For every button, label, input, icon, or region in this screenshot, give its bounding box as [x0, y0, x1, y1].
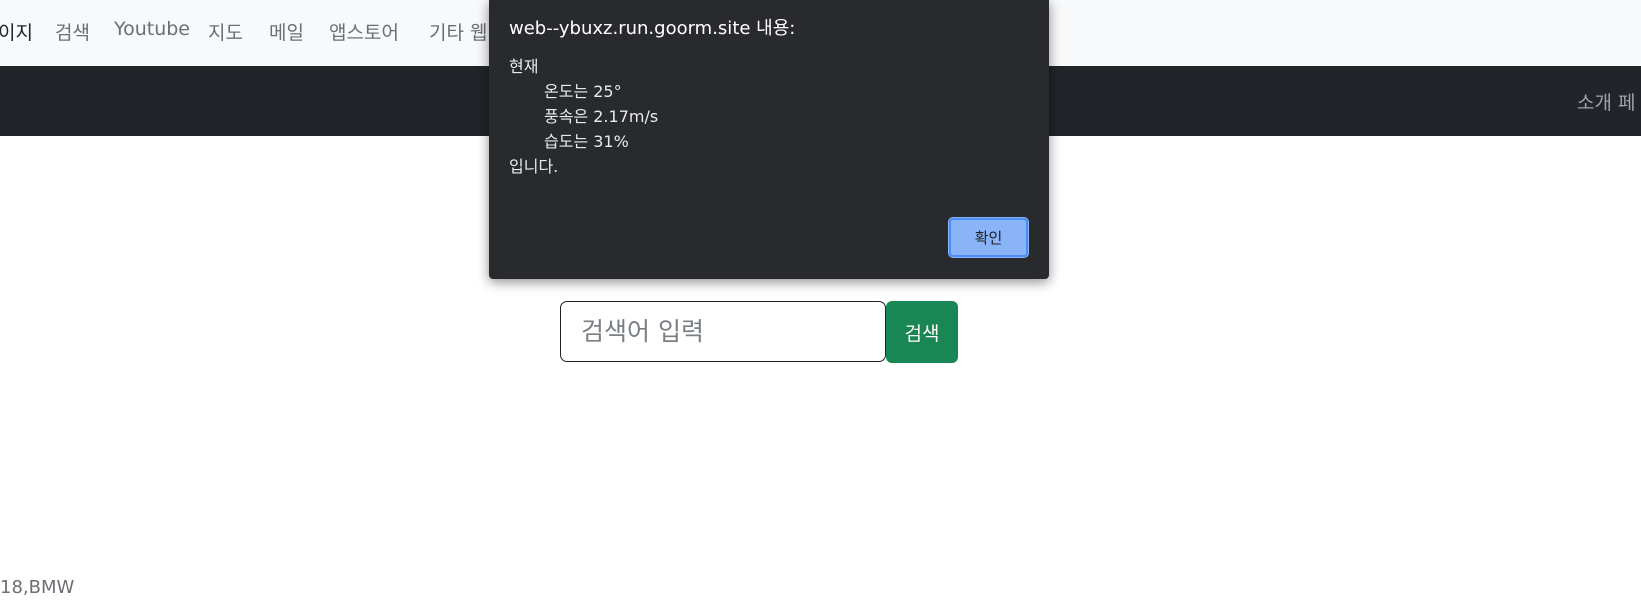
nav-item-other-web[interactable]: 기타 웹 — [429, 18, 487, 45]
nav-item-appstore[interactable]: 앱스토어 — [329, 18, 399, 45]
nav-item-youtube[interactable]: Youtube — [114, 18, 190, 40]
nav-item-search[interactable]: 검색 — [55, 18, 90, 45]
intro-page-link[interactable]: 소개 페 — [1577, 88, 1635, 115]
alert-message-line: 습도는 31% — [544, 132, 629, 151]
nav-item-home[interactable]: 이지 — [0, 18, 33, 45]
alert-message-line: 입니다. — [509, 157, 559, 176]
alert-message-line: 현재 — [509, 57, 539, 76]
browser-page: 이지 검색 Youtube 지도 메일 앱스토어 기타 웹 소개 페 검색 18… — [0, 0, 1641, 608]
nav-item-mail[interactable]: 메일 — [269, 18, 304, 45]
alert-message-line: 풍속은 2.17m/s — [544, 107, 659, 126]
alert-message-line: 온도는 25° — [544, 82, 622, 101]
search-button[interactable]: 검색 — [886, 301, 958, 363]
footer-text: 18,BMW — [0, 577, 75, 598]
alert-ok-button[interactable]: 확인 — [948, 217, 1029, 258]
alert-title: web--ybuxz.run.goorm.site 내용: — [509, 18, 796, 39]
nav-item-map[interactable]: 지도 — [208, 18, 243, 45]
search-input[interactable] — [560, 301, 886, 362]
alert-dialog: web--ybuxz.run.goorm.site 내용: 현재 온도는 25°… — [489, 0, 1049, 279]
